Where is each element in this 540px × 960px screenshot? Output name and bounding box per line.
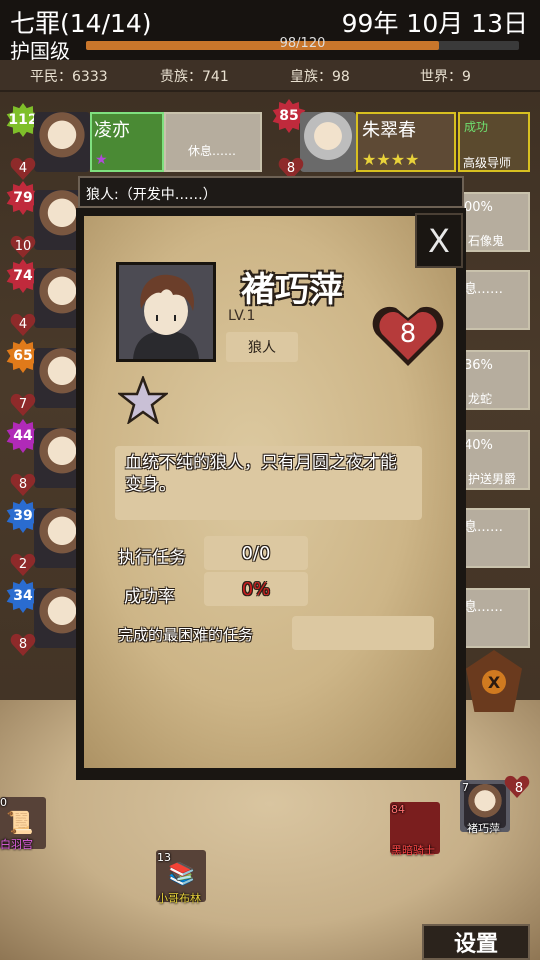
item-count: 13 (157, 851, 171, 864)
item-count: 84 (391, 803, 405, 816)
population-stats: 平民：6333 贵族：741 皇族：98 世界：9 (0, 60, 540, 92)
task-label: 龙蛇 (468, 392, 493, 406)
task-label: 石像鬼 (468, 234, 505, 248)
task-card[interactable]: 息…… (458, 270, 530, 330)
star-icon: ★★★★ (362, 150, 420, 169)
class-tag: 狼人 (226, 332, 298, 362)
settings-label: 设置 (453, 932, 498, 957)
task-label: 护送男爵 (468, 472, 517, 486)
adventurer-name: 凌亦 (94, 120, 130, 141)
task-status: 成功 (464, 120, 489, 134)
adventurer-card[interactable]: 凌亦 ★ (90, 112, 164, 172)
character-portrait (116, 262, 216, 362)
success-label: 成功率 (124, 587, 175, 607)
status-text: 休息…… (188, 144, 237, 158)
task-card[interactable]: 36% 龙蛇 (458, 350, 530, 410)
scroll-icon: 📚 (168, 862, 196, 887)
stat-world: 世界：9 (420, 69, 471, 85)
task-label: 高级导师 (463, 156, 512, 170)
scroll-icon: 📜 (6, 811, 34, 836)
task-text: 息…… (464, 282, 504, 297)
task-card[interactable]: 00% 石像鬼 (458, 192, 530, 252)
item-label: 黑暗骑士 (391, 844, 435, 857)
item-label: 小哥布林 (157, 892, 201, 905)
tasks-label: 执行任务 (118, 548, 186, 568)
success-rate-value: 0% (204, 572, 308, 606)
header: 七罪(14/14) 99年 10月 13日 护国级 98/120 (0, 0, 540, 63)
task-text: 36% (464, 358, 493, 373)
item-label: 褚巧萍 (467, 822, 500, 835)
status-card[interactable]: 休息…… (164, 112, 262, 172)
stat-nobles: 贵族：741 (160, 69, 229, 85)
adventurer-card[interactable]: 朱翠春 ★★★★ (356, 112, 456, 172)
progress-text: 98/120 (279, 36, 326, 51)
item-label: 白羽宫 (0, 838, 33, 851)
game-date: 99年 10月 13日 (341, 9, 528, 38)
portrait-zhucuichun[interactable] (300, 112, 356, 172)
popup-topbar-text: 狼人:（开发中……） (86, 187, 217, 203)
popup-topbar: 狼人:（开发中……） (78, 176, 464, 208)
settings-button[interactable]: 设置 (422, 924, 530, 960)
star-icon: ★ (95, 152, 108, 168)
task-text: 00% (464, 200, 493, 215)
item-count: 0 (0, 796, 7, 809)
tasks-value: 0/0 (204, 536, 308, 570)
task-text: 息…… (464, 520, 504, 535)
task-card[interactable]: 息…… (458, 588, 530, 648)
task-text: 40% (464, 438, 493, 453)
character-name: 褚巧萍 (241, 270, 343, 310)
stat-commoners: 平民：6333 (30, 69, 108, 85)
hardest-task-value (292, 616, 434, 650)
star-icon (118, 376, 168, 424)
character-description: 血统不纯的狼人，只有月圆之夜才能变身。 (115, 446, 422, 520)
task-card[interactable]: 40% 护送男爵 (458, 430, 530, 490)
hardest-task-label: 完成的最困难的任务 (118, 626, 254, 644)
item-count: 7 (462, 781, 469, 794)
task-card[interactable]: 成功 高级导师 (458, 112, 530, 172)
adventurer-portrait[interactable] (34, 112, 90, 172)
close-icon: X (428, 221, 450, 260)
task-card[interactable]: 息…… (458, 508, 530, 568)
close-button[interactable]: X (415, 213, 463, 268)
task-text: 息…… (464, 600, 504, 615)
character-level: LV.1 (228, 308, 256, 324)
adventurer-name: 朱翠春 (362, 120, 416, 141)
stat-royals: 皇族：98 (290, 69, 350, 85)
